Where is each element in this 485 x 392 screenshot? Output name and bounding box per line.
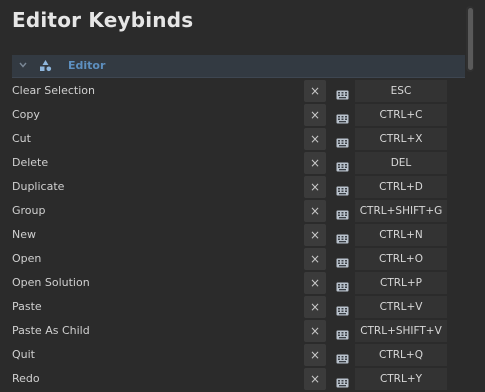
keybind-label: New — [12, 228, 36, 241]
shortcut-field[interactable]: CTRL+SHIFT+V — [355, 320, 447, 342]
keyboard-icon[interactable] — [336, 133, 349, 148]
keybind-row: Group × CTRL+SHIFT+G — [0, 199, 485, 223]
keyboard-icon[interactable] — [336, 85, 349, 100]
keybind-label: Open — [12, 252, 42, 265]
clear-keybind-button[interactable]: × — [304, 104, 326, 126]
keybind-row: Clear Selection × ESC — [0, 79, 485, 103]
keyboard-icon[interactable] — [336, 205, 349, 220]
keybind-row: Redo × CTRL+Y — [0, 367, 485, 391]
shortcut-field[interactable]: CTRL+N — [355, 224, 447, 246]
keybind-row: Copy × CTRL+C — [0, 103, 485, 127]
keyboard-icon[interactable] — [336, 253, 349, 268]
keybind-label: Copy — [12, 108, 40, 121]
keyboard-icon[interactable] — [336, 109, 349, 124]
page-title: Editor Keybinds — [12, 8, 194, 32]
keybind-label: Clear Selection — [12, 84, 95, 97]
keyboard-icon[interactable] — [336, 349, 349, 364]
shortcut-field[interactable]: CTRL+D — [355, 176, 447, 198]
keybind-label: Group — [12, 204, 46, 217]
keybind-row: Quit × CTRL+Q — [0, 343, 485, 367]
keyboard-icon[interactable] — [336, 277, 349, 292]
keybind-row: Paste As Child × CTRL+SHIFT+V — [0, 319, 485, 343]
clear-keybind-button[interactable]: × — [304, 200, 326, 222]
shortcut-field[interactable]: CTRL+SHIFT+G — [355, 200, 447, 222]
clear-keybind-button[interactable]: × — [304, 320, 326, 342]
shortcut-field[interactable]: ESC — [355, 80, 447, 102]
keyboard-icon[interactable] — [336, 157, 349, 172]
keybind-label: Paste As Child — [12, 324, 90, 337]
clear-keybind-button[interactable]: × — [304, 80, 326, 102]
keyboard-icon[interactable] — [336, 301, 349, 316]
shortcut-field[interactable]: CTRL+C — [355, 104, 447, 126]
keybind-row: Delete × DEL — [0, 151, 485, 175]
keybind-label: Paste — [12, 300, 42, 313]
shortcut-field[interactable]: CTRL+P — [355, 272, 447, 294]
clear-keybind-button[interactable]: × — [304, 368, 326, 390]
section-label: Editor — [68, 59, 106, 72]
clear-keybind-button[interactable]: × — [304, 128, 326, 150]
chevron-down-icon[interactable] — [19, 61, 27, 69]
keybind-row: Open × CTRL+O — [0, 247, 485, 271]
keybind-label: Open Solution — [12, 276, 90, 289]
keyboard-icon[interactable] — [336, 229, 349, 244]
keybind-row: Open Solution × CTRL+P — [0, 271, 485, 295]
keybind-row: Duplicate × CTRL+D — [0, 175, 485, 199]
keybind-label: Duplicate — [12, 180, 65, 193]
clear-keybind-button[interactable]: × — [304, 224, 326, 246]
keybind-label: Quit — [12, 348, 35, 361]
keyboard-icon[interactable] — [336, 325, 349, 340]
shortcut-field[interactable]: CTRL+Y — [355, 368, 447, 390]
clear-keybind-button[interactable]: × — [304, 248, 326, 270]
keyboard-icon[interactable] — [336, 181, 349, 196]
clear-keybind-button[interactable]: × — [304, 344, 326, 366]
keybind-row: Paste × CTRL+V — [0, 295, 485, 319]
clear-keybind-button[interactable]: × — [304, 152, 326, 174]
keybind-label: Redo — [12, 372, 40, 385]
section-header-editor[interactable]: Editor — [12, 55, 465, 78]
shortcut-field[interactable]: CTRL+Q — [355, 344, 447, 366]
keybind-list: Clear Selection × ESC Copy × CTRL+C Cut × CTRL+X… — [0, 79, 485, 391]
shortcut-field[interactable]: CTRL+O — [355, 248, 447, 270]
clear-keybind-button[interactable]: × — [304, 272, 326, 294]
shapes-icon — [40, 60, 52, 72]
keybind-label: Cut — [12, 132, 31, 145]
keybind-row: Cut × CTRL+X — [0, 127, 485, 151]
keybind-row: New × CTRL+N — [0, 223, 485, 247]
clear-keybind-button[interactable]: × — [304, 296, 326, 318]
shortcut-field[interactable]: CTRL+X — [355, 128, 447, 150]
keyboard-icon[interactable] — [336, 373, 349, 388]
shortcut-field[interactable]: DEL — [355, 152, 447, 174]
keybind-label: Delete — [12, 156, 49, 169]
shortcut-field[interactable]: CTRL+V — [355, 296, 447, 318]
clear-keybind-button[interactable]: × — [304, 176, 326, 198]
scrollbar-thumb[interactable] — [468, 8, 473, 70]
